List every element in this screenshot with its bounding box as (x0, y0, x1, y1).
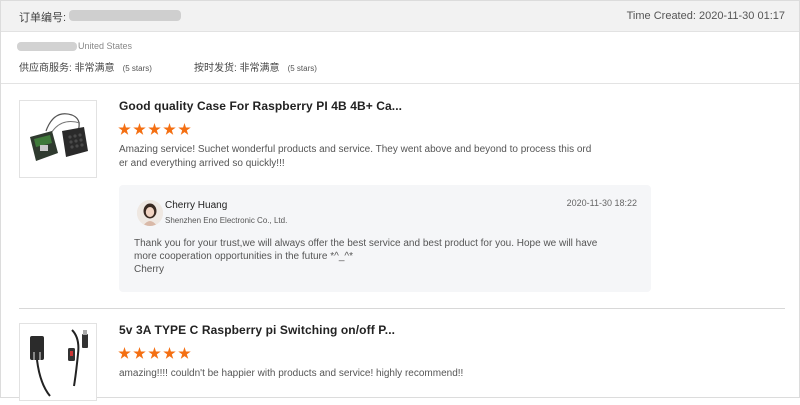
review-text-line: amazing!!!! couldn't be happier with pro… (119, 368, 464, 379)
power-supply-image (20, 324, 96, 400)
star-icon (163, 347, 176, 359)
reply-text-line: Cherry (134, 264, 165, 275)
reply-author-name: Cherry Huang (165, 200, 228, 211)
rating-supplier-service: 供应商服务: 非常满意 (5 stars) (19, 59, 152, 74)
star-icon (178, 347, 191, 359)
reply-text-line: Thank you for your trust,we will always … (134, 238, 598, 249)
buyer-country: United States (78, 41, 133, 51)
reply-timestamp: 2020-11-30 18:22 (566, 198, 637, 208)
star-icon (133, 347, 146, 359)
star-icon (133, 123, 146, 135)
star-icon (118, 347, 131, 359)
star-icon (178, 123, 191, 135)
order-number-label: 订单编号: (19, 12, 67, 24)
avatar (137, 200, 163, 226)
review-text: Amazing service! Suchet wonderful produc… (119, 143, 629, 171)
product-thumbnail-case[interactable] (19, 100, 97, 178)
review-text-line: Amazing service! Suchet wonderful produc… (119, 144, 592, 155)
seller-avatar-icon (137, 200, 163, 226)
review-text: amazing!!!! couldn't be happier with pro… (119, 367, 629, 381)
review-star-rating (118, 123, 191, 136)
order-header: 订单编号: Time Created: 2020-11-30 01:17 (1, 1, 799, 32)
review-text-line: er and everything arrived so quickly!!! (119, 158, 285, 169)
reply-text: Thank you for your trust,we will always … (134, 237, 644, 276)
star-icon (118, 123, 131, 135)
rating-on-time-shipping: 按时发货: 非常满意 (5 stars) (194, 59, 317, 74)
time-created: Time Created: 2020-11-30 01:17 (626, 10, 785, 22)
raspberry-pi-case-image (20, 101, 96, 177)
star-icon (163, 123, 176, 135)
star-icon (148, 347, 161, 359)
rating-stars-text: (5 stars) (287, 64, 317, 73)
review-star-rating (118, 347, 191, 360)
review-divider (19, 308, 785, 309)
order-number-redacted (69, 10, 181, 21)
product-title[interactable]: Good quality Case For Raspberry PI 4B 4B… (119, 99, 402, 113)
reply-company: Shenzhen Eno Electronic Co., Ltd. (165, 216, 288, 225)
reply-text-line: more cooperation opportunities in the fu… (134, 251, 353, 262)
product-thumbnail-power-supply[interactable] (19, 323, 97, 401)
product-title[interactable]: 5v 3A TYPE C Raspberry pi Switching on/o… (119, 323, 395, 337)
rating-stars-text: (5 stars) (122, 64, 152, 73)
buyer-name-redacted (17, 42, 77, 51)
rating-label: 供应商服务: 非常满意 (19, 63, 115, 74)
order-review-panel: 订单编号: Time Created: 2020-11-30 01:17 Uni… (0, 0, 800, 401)
star-icon (148, 123, 161, 135)
seller-reply: Cherry Huang Shenzhen Eno Electronic Co.… (119, 185, 651, 292)
rating-label: 按时发货: 非常满意 (194, 63, 280, 74)
section-divider (1, 83, 799, 84)
